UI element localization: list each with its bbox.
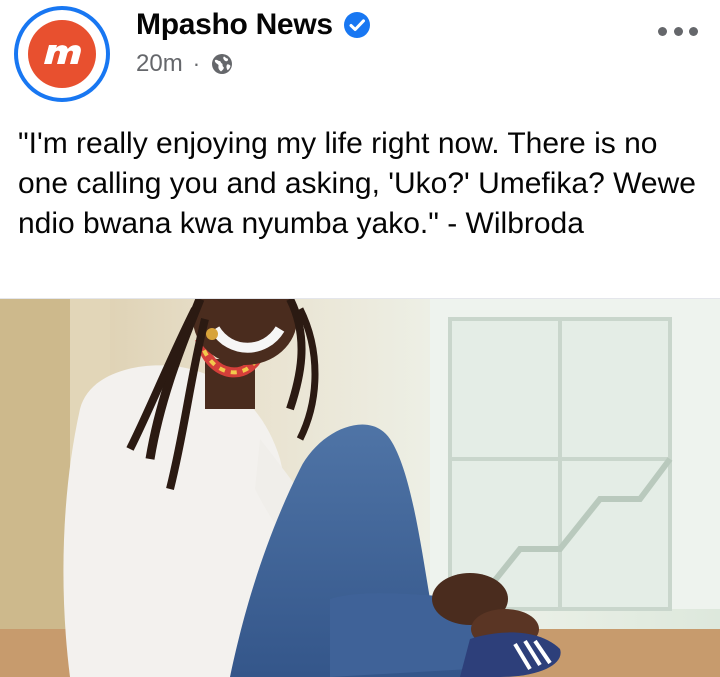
meta-separator: · [192, 51, 201, 76]
page-name-text[interactable]: Mpasho News [136, 8, 333, 42]
post-photo[interactable] [0, 298, 720, 677]
verified-badge-icon [343, 11, 371, 39]
post-text: "I'm really enjoying my life right now. … [18, 127, 696, 240]
woman-sitting-photo [0, 299, 720, 677]
post-timestamp[interactable]: 20m [136, 50, 183, 78]
page-avatar[interactable] [14, 6, 110, 102]
mpasho-logo-icon [22, 14, 102, 94]
post-meta: 20m · [136, 50, 234, 78]
globe-icon[interactable] [210, 52, 234, 76]
post-header: Mpasho News 20m · [0, 0, 720, 110]
more-options-icon[interactable] [658, 24, 698, 38]
page-name[interactable]: Mpasho News [136, 8, 371, 42]
